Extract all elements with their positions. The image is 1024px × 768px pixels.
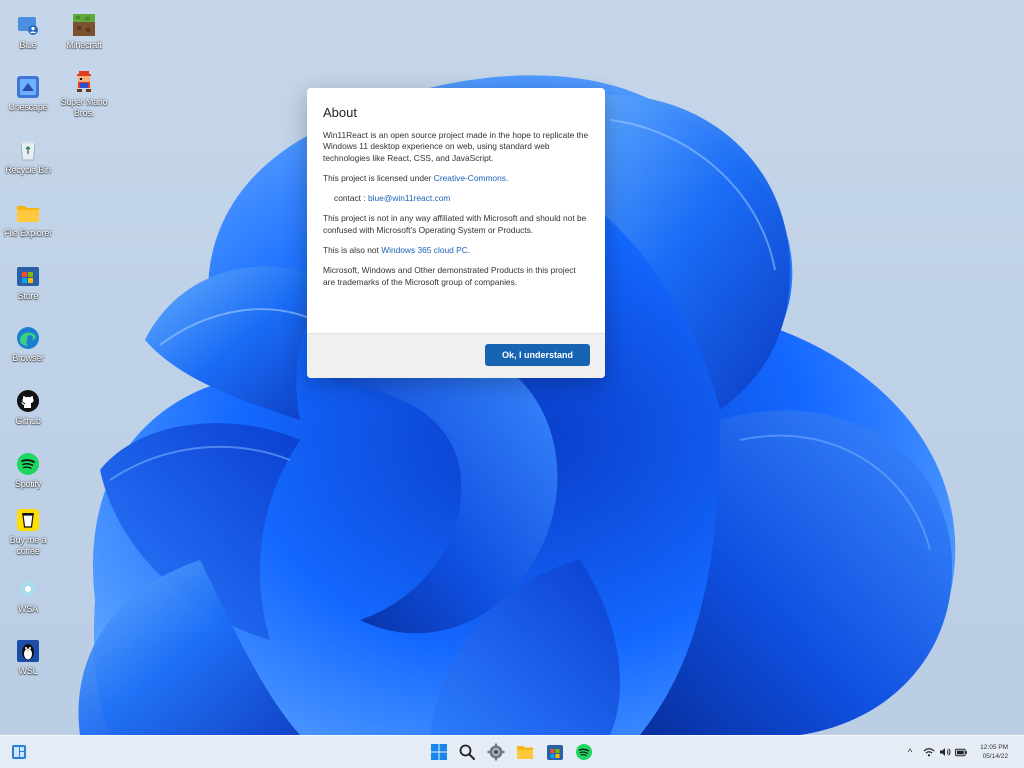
minecraft-icon bbox=[71, 12, 97, 38]
start-button[interactable] bbox=[428, 741, 450, 763]
disclaimer-paragraph: This project is not in any way affiliate… bbox=[323, 213, 587, 235]
dialog-footer: Ok, I understand bbox=[307, 333, 605, 378]
search-icon bbox=[459, 744, 475, 760]
ok-understand-button[interactable]: Ok, I understand bbox=[485, 344, 590, 366]
license-paragraph: This project is licensed under Creative-… bbox=[323, 173, 589, 184]
file-explorer-icon bbox=[517, 746, 533, 759]
desktop-icon-recycle-bin[interactable]: Recycle Bin bbox=[0, 137, 56, 176]
desktop-icon-wsa[interactable]: WSA bbox=[0, 576, 56, 615]
contact-label: contact : bbox=[334, 193, 368, 204]
wifi-icon[interactable] bbox=[923, 746, 935, 758]
edge-icon bbox=[15, 325, 41, 351]
system-clock[interactable]: 12:05 PM 05/14/22 bbox=[968, 743, 1008, 761]
file-explorer-button[interactable] bbox=[514, 741, 536, 763]
desktop-icon-store[interactable]: Store bbox=[0, 263, 56, 302]
settings-button[interactable] bbox=[485, 741, 507, 763]
desktop-icon-browser[interactable]: Browser bbox=[0, 325, 56, 364]
desktop-icon-label: Unescape bbox=[8, 102, 48, 112]
folder-icon bbox=[15, 200, 41, 226]
about-dialog: About Win11React is an open source proje… bbox=[307, 88, 605, 378]
desktop-icon-file-explorer[interactable]: File Explorer bbox=[0, 200, 56, 239]
dialog-title: About bbox=[323, 105, 357, 120]
desktop-icon-label: Buy me a coffee bbox=[9, 535, 47, 556]
license-suffix: . bbox=[505, 172, 509, 183]
desktop-icon-label: Blue bbox=[19, 40, 37, 50]
desktop-icon-label: Spotify bbox=[14, 479, 42, 489]
desktop-icon-label: WSL bbox=[18, 666, 38, 676]
desktop-icon-spotify[interactable]: Spotify bbox=[0, 451, 56, 490]
mario-icon bbox=[71, 69, 97, 95]
widgets-icon bbox=[12, 745, 26, 759]
battery-icon[interactable] bbox=[955, 746, 967, 758]
desktop-icon-wsl[interactable]: WSL bbox=[0, 638, 56, 677]
description-paragraph: Win11React is an open source project mad… bbox=[323, 130, 589, 163]
settings-gear-icon bbox=[487, 743, 505, 761]
show-hidden-icons-chevron[interactable]: ^ bbox=[904, 746, 916, 758]
unescape-icon bbox=[15, 74, 41, 100]
linux-penguin-icon bbox=[15, 638, 41, 664]
windows-365-link[interactable]: Windows 365 cloud PC bbox=[381, 245, 468, 255]
recycle-bin-icon bbox=[15, 137, 41, 163]
windows365-paragraph: This is also not Windows 365 cloud PC. bbox=[323, 245, 589, 256]
creative-commons-link[interactable]: Creative-Commons bbox=[434, 173, 506, 183]
windows365-text: This is also not bbox=[323, 245, 382, 256]
windows-start-icon bbox=[431, 744, 447, 760]
widgets-button[interactable] bbox=[8, 741, 30, 763]
desktop-icon-label: Browser bbox=[12, 353, 44, 363]
desktop-icon-super-mario-bros[interactable]: Super Mario Bros. bbox=[56, 69, 112, 119]
desktop-icon-minecraft[interactable]: Minecraft bbox=[56, 12, 112, 51]
desktop-icon-buy-me-a-coffee[interactable]: Buy me a coffee bbox=[0, 507, 56, 557]
desktop: Blue Unescape Recycle Bin File Explorer … bbox=[0, 0, 1024, 768]
desktop-icon-label: Super Mario Bros. bbox=[60, 97, 108, 118]
contact-paragraph: contact : blue@win11react.com bbox=[323, 193, 589, 204]
license-text: This project is licensed under bbox=[323, 172, 434, 183]
windows365-suffix: . bbox=[467, 245, 471, 256]
spotify-icon bbox=[576, 744, 592, 760]
desktop-icon-label: Store bbox=[17, 291, 39, 301]
desktop-icon-blue[interactable]: Blue bbox=[0, 12, 56, 51]
trademark-paragraph: Microsoft, Windows and Other demonstrate… bbox=[323, 265, 576, 287]
taskbar: ^ 12:05 PM 05/14/22 bbox=[0, 735, 1024, 768]
github-icon bbox=[15, 388, 41, 414]
store-icon bbox=[15, 263, 41, 289]
contact-email-link[interactable]: blue@win11react.com bbox=[368, 193, 450, 203]
desktop-icon-label: Minecraft bbox=[66, 40, 102, 50]
spotify-taskbar-button[interactable] bbox=[573, 741, 595, 763]
volume-icon[interactable] bbox=[939, 746, 951, 758]
clock-time: 12:05 PM bbox=[980, 744, 1008, 751]
desktop-icon-label: File Explorer bbox=[4, 228, 52, 238]
spotify-icon bbox=[15, 451, 41, 477]
desktop-icon-github[interactable]: Github bbox=[0, 388, 56, 427]
store-taskbar-button[interactable] bbox=[544, 741, 566, 763]
desktop-icon-label: WSA bbox=[18, 604, 38, 614]
desktop-icon-label: Github bbox=[15, 416, 41, 426]
search-button[interactable] bbox=[456, 741, 478, 763]
wsa-icon bbox=[15, 576, 41, 602]
store-icon bbox=[547, 745, 563, 760]
desktop-icon-label: Recycle Bin bbox=[5, 165, 51, 175]
blue-user-icon bbox=[15, 12, 41, 38]
coffee-icon bbox=[15, 507, 41, 533]
clock-date: 05/14/22 bbox=[982, 753, 1008, 760]
desktop-icon-unescape[interactable]: Unescape bbox=[0, 74, 56, 113]
